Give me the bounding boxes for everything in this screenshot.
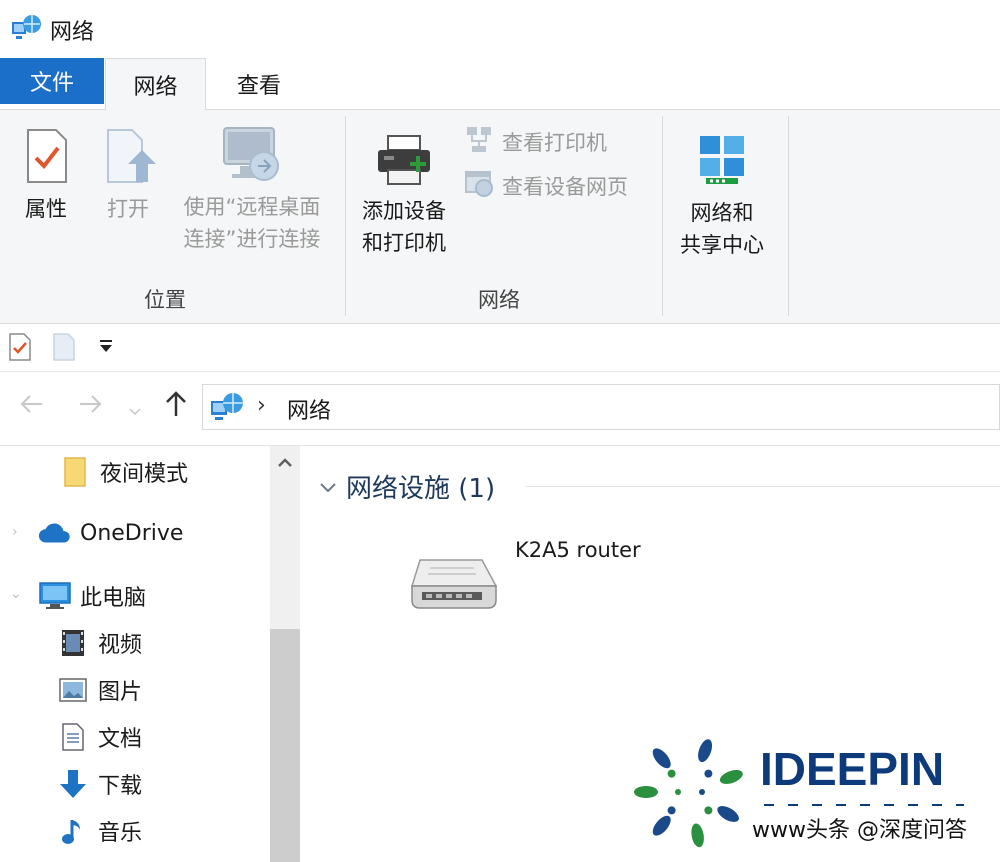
navigation-pane: 夜间模式 › OneDrive ⌄ 此电脑 视频 图片 文档 下载 音乐	[0, 446, 300, 862]
add-device-line2: 和打印机	[362, 231, 446, 255]
add-device-line1: 添加设备	[362, 199, 446, 223]
remote-desktop-button[interactable]: 使用“远程桌面 连接”进行连接	[172, 124, 332, 255]
remote-desktop-line2: 连接”进行连接	[183, 227, 321, 251]
up-arrow-icon[interactable]	[162, 390, 190, 425]
expand-chevron-icon[interactable]: ⌄	[10, 586, 22, 602]
sharing-center-line2: 共享中心	[680, 233, 764, 257]
address-bar[interactable]: › 网络	[202, 384, 1000, 430]
qat-properties-icon[interactable]	[8, 332, 32, 366]
title-bar: 网络	[0, 0, 1000, 58]
computer-icon	[38, 579, 72, 613]
device-item[interactable]: K2A5 router	[408, 536, 668, 626]
nav-item-this-pc[interactable]: 此电脑	[38, 576, 146, 616]
qat-customize-dropdown-icon[interactable]	[98, 336, 114, 360]
watermark-caption: www头条 @深度问答	[752, 818, 967, 843]
nav-item-label: 视频	[98, 633, 143, 658]
scrollbar-thumb[interactable]	[270, 629, 300, 862]
collapse-chevron-icon[interactable]	[318, 472, 338, 502]
breadcrumb-separator[interactable]: ›	[257, 393, 266, 418]
view-device-webpage-button[interactable]: 查看设备网页	[464, 168, 628, 203]
properties-label: 属性	[25, 197, 67, 221]
nav-item-night-mode[interactable]: 夜间模式	[58, 452, 188, 492]
watermark-dotted-rule	[764, 794, 964, 806]
nav-item-label: 图片	[98, 680, 143, 705]
remote-desktop-icon	[220, 127, 284, 193]
video-icon	[56, 626, 90, 660]
view-device-webpage-label: 查看设备网页	[502, 174, 628, 199]
properties-button[interactable]: 属性	[18, 128, 74, 225]
remote-desktop-line1: 使用“远程桌面	[183, 195, 321, 219]
open-label: 打开	[107, 197, 149, 221]
open-button[interactable]: 打开	[100, 128, 156, 225]
tab-network[interactable]: 网络	[105, 58, 206, 111]
tab-view[interactable]: 查看	[206, 58, 312, 110]
network-group-label: 网络	[478, 288, 520, 312]
watermark-brand: IDEEPIN	[760, 743, 945, 795]
nav-item-documents[interactable]: 文档	[56, 717, 142, 757]
ribbon-divider	[788, 116, 789, 316]
expand-chevron-icon[interactable]: ›	[12, 524, 18, 540]
section-title: 网络设施 (1)	[346, 474, 496, 504]
network-sharing-icon	[696, 136, 748, 193]
recent-locations-chevron-icon[interactable]	[128, 396, 142, 426]
view-printers-button[interactable]: 查看打印机	[464, 124, 607, 159]
device-webpage-icon	[464, 168, 494, 203]
nav-item-label: 音乐	[98, 821, 143, 846]
network-sharing-center-button[interactable]: 网络和 共享中心	[670, 132, 774, 261]
device-name: K2A5 router	[515, 538, 641, 562]
nav-item-music[interactable]: 音乐	[56, 811, 142, 851]
ribbon: 属性 打开 使用“远程桌面 连接”进行连接 位置 添加设备 和打印机 查看打印机…	[0, 110, 1000, 324]
scroll-up-chevron-icon[interactable]	[276, 454, 294, 475]
nav-pane-scrollbar[interactable]	[270, 446, 300, 862]
ideepin-logo-icon	[630, 734, 752, 858]
back-arrow-icon[interactable]	[18, 390, 46, 425]
tab-file[interactable]: 文件	[0, 58, 104, 104]
section-header-network-infrastructure[interactable]: 网络设施 (1)	[318, 468, 495, 505]
view-printers-label: 查看打印机	[502, 130, 607, 155]
nav-item-label: OneDrive	[80, 520, 184, 546]
add-device-button[interactable]: 添加设备 和打印机	[352, 132, 456, 259]
ribbon-tabs: 文件 网络 查看	[0, 58, 1000, 111]
ribbon-divider	[345, 116, 346, 316]
printer-icon	[374, 135, 434, 191]
nav-item-pictures[interactable]: 图片	[56, 670, 142, 710]
document-icon	[56, 720, 90, 754]
view-printers-icon	[464, 124, 494, 159]
sharing-center-line1: 网络和	[690, 201, 754, 225]
network-icon	[209, 391, 245, 427]
nav-item-label: 文档	[98, 727, 143, 752]
quick-access-toolbar	[0, 324, 1000, 372]
nav-item-videos[interactable]: 视频	[56, 623, 142, 663]
music-note-icon	[56, 814, 90, 848]
nav-item-label: 此电脑	[80, 586, 147, 611]
nav-item-label: 夜间模式	[100, 462, 189, 487]
nav-item-label: 下载	[98, 774, 143, 799]
properties-icon	[22, 129, 70, 189]
open-icon	[100, 129, 156, 189]
ribbon-divider	[662, 116, 663, 316]
folder-icon	[58, 455, 92, 489]
watermark: IDEEPIN www头条 @深度问答	[630, 734, 990, 854]
navigation-bar: › 网络	[0, 372, 1000, 446]
network-icon	[10, 14, 42, 42]
section-divider	[526, 486, 1000, 487]
nav-item-onedrive[interactable]: OneDrive	[38, 513, 183, 553]
download-arrow-icon	[56, 767, 90, 801]
window-title: 网络	[50, 20, 95, 45]
forward-arrow-icon[interactable]	[76, 390, 104, 425]
qat-new-folder-icon[interactable]	[52, 332, 76, 366]
location-group-label: 位置	[144, 288, 186, 312]
onedrive-cloud-icon	[38, 516, 72, 550]
nav-item-downloads[interactable]: 下载	[56, 764, 142, 804]
router-icon	[408, 554, 502, 620]
breadcrumb-network[interactable]: 网络	[287, 393, 331, 425]
pictures-icon	[56, 673, 90, 707]
